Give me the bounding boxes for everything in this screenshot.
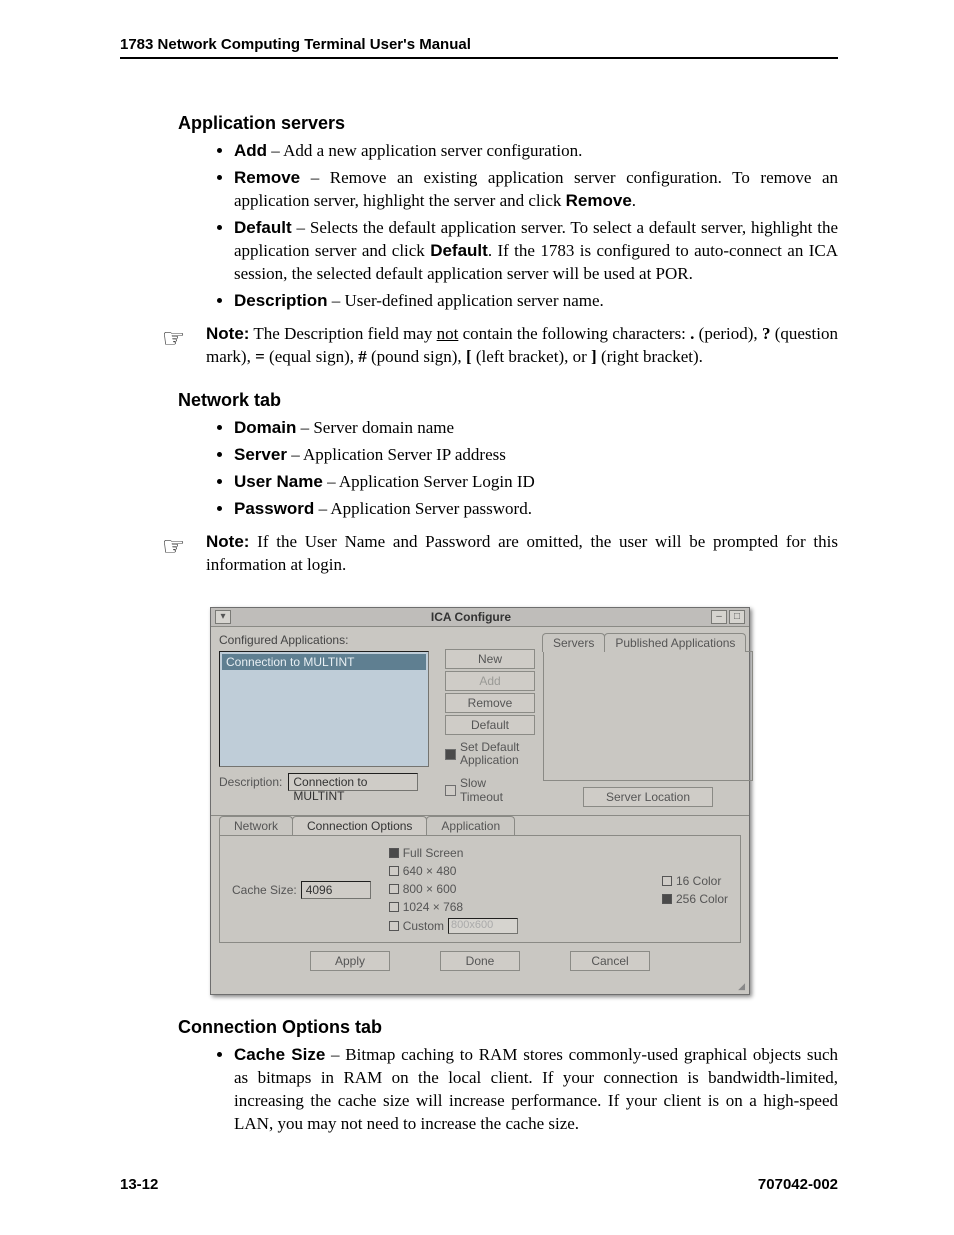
res-640-radio[interactable]	[389, 866, 399, 876]
bullet-add: Add – Add a new application server confi…	[234, 140, 838, 163]
section-title-conn-opts: Connection Options tab	[178, 1017, 838, 1038]
bullet-server: Server – Application Server IP address	[234, 444, 838, 467]
footer-page-number: 13-12	[120, 1176, 158, 1193]
res-800-radio[interactable]	[389, 884, 399, 894]
res-custom-radio[interactable]	[389, 921, 399, 931]
ica-configure-window: ▾ ICA Configure – □ Configured Applicati…	[210, 607, 750, 995]
running-header: 1783 Network Computing Terminal User's M…	[120, 36, 838, 53]
bullet-cache-size: Cache Size – Bitmap caching to RAM store…	[234, 1044, 838, 1136]
set-default-label: Set Default Application	[460, 741, 530, 767]
term-description: Description	[234, 291, 328, 310]
note-network: ☞ Note: If the User Name and Password ar…	[162, 531, 838, 577]
configured-apps-label: Configured Applications:	[219, 633, 429, 647]
res-1024-radio[interactable]	[389, 902, 399, 912]
minimize-icon[interactable]: –	[711, 610, 727, 624]
list-item[interactable]: Connection to MULTINT	[222, 654, 426, 670]
res-fullscreen-radio[interactable]	[389, 848, 399, 858]
section-title-app-servers: Application servers	[178, 113, 838, 134]
note-app-servers: ☞ Note: The Description field may not co…	[162, 323, 838, 369]
slow-timeout-label: Slow Timeout	[460, 777, 520, 803]
configured-apps-list[interactable]: Connection to MULTINT	[219, 651, 429, 767]
res-custom-input[interactable]: 800x600	[448, 918, 518, 934]
tab-network[interactable]: Network	[219, 816, 293, 835]
bullet-username: User Name – Application Server Login ID	[234, 471, 838, 494]
tab-published[interactable]: Published Applications	[604, 633, 746, 652]
term-add: Add	[234, 141, 267, 160]
cancel-button[interactable]: Cancel	[570, 951, 650, 971]
add-button[interactable]: Add	[445, 671, 535, 691]
description-label: Description:	[219, 775, 282, 789]
window-menu-icon[interactable]: ▾	[215, 610, 231, 624]
note-icon: ☞	[162, 323, 206, 369]
remove-button[interactable]: Remove	[445, 693, 535, 713]
servers-pane	[543, 651, 753, 781]
bullet-domain: Domain – Server domain name	[234, 417, 838, 440]
color-256-radio[interactable]	[662, 894, 672, 904]
cache-size-label: Cache Size:	[232, 883, 297, 897]
server-location-button[interactable]: Server Location	[583, 787, 713, 807]
note-icon: ☞	[162, 531, 206, 577]
bullet-remove: Remove – Remove an existing application …	[234, 167, 838, 213]
maximize-icon[interactable]: □	[729, 610, 745, 624]
new-button[interactable]: New	[445, 649, 535, 669]
footer-doc-number: 707042-002	[758, 1176, 838, 1193]
bullet-password: Password – Application Server password.	[234, 498, 838, 521]
term-remove: Remove	[234, 168, 300, 187]
description-input[interactable]: Connection to MULTINT	[288, 773, 418, 791]
header-rule	[120, 57, 838, 59]
bullet-description: Description – User-defined application s…	[234, 290, 838, 313]
resize-grip-icon[interactable]: ◢	[211, 981, 749, 994]
apply-button[interactable]: Apply	[310, 951, 390, 971]
color-16-radio[interactable]	[662, 876, 672, 886]
slow-timeout-checkbox[interactable]	[445, 785, 456, 796]
tab-servers[interactable]: Servers	[542, 633, 605, 652]
section-title-network: Network tab	[178, 390, 838, 411]
tab-connection-options[interactable]: Connection Options	[292, 816, 427, 835]
cache-size-input[interactable]: 4096	[301, 881, 371, 899]
window-title: ICA Configure	[431, 610, 511, 624]
tab-application[interactable]: Application	[426, 816, 515, 835]
bullet-default: Default – Selects the default applicatio…	[234, 217, 838, 286]
set-default-checkbox[interactable]	[445, 749, 456, 760]
term-default: Default	[234, 218, 292, 237]
default-button[interactable]: Default	[445, 715, 535, 735]
done-button[interactable]: Done	[440, 951, 520, 971]
